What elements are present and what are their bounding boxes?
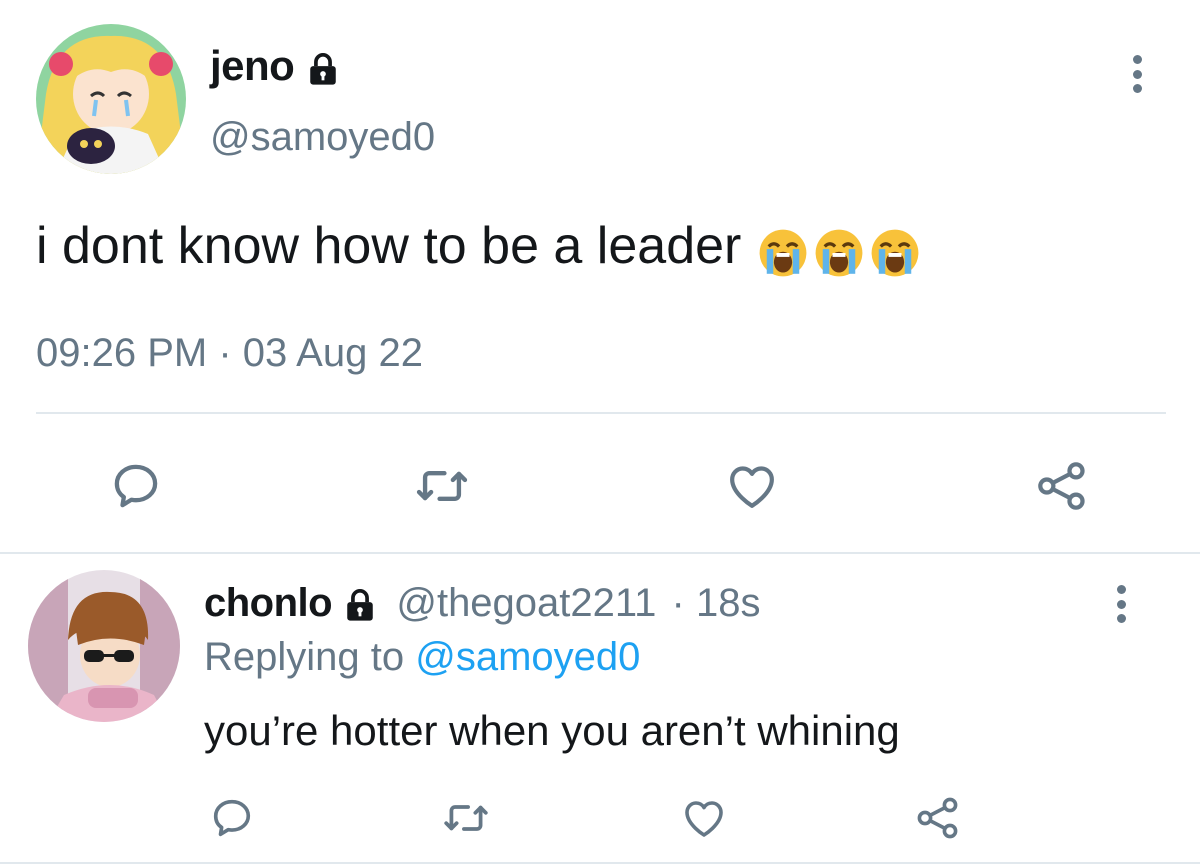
dot [1116, 599, 1126, 609]
reply-icon [114, 464, 158, 508]
reply-icon [213, 799, 251, 837]
retweet-button[interactable] [410, 454, 474, 518]
tweet-timestamp[interactable]: 09:26 PM · 03 Aug 22 [36, 328, 423, 378]
share-icon [917, 797, 958, 839]
reply-retweet-button[interactable] [438, 790, 494, 846]
share-button[interactable] [1030, 454, 1094, 518]
heart-icon [730, 466, 774, 508]
reply-share-button[interactable] [910, 790, 966, 846]
author-name-row[interactable]: jeno [210, 40, 340, 92]
lock-icon [309, 52, 336, 85]
emoji-group [757, 217, 925, 281]
reply-reply-button[interactable] [204, 790, 260, 846]
author-handle[interactable]: @samoyed0 [210, 112, 435, 162]
dot [1132, 84, 1142, 93]
divider [0, 862, 1200, 864]
loudly-crying-face-icon [871, 229, 919, 276]
retweet-icon [444, 805, 488, 831]
dot [1132, 69, 1142, 79]
tweet-text: i dont know how to be a leader [36, 217, 742, 275]
loudly-crying-face-icon [759, 229, 807, 276]
lock-icon [347, 589, 373, 622]
reply-author-avatar[interactable] [28, 570, 180, 722]
replying-to-mention[interactable]: @samoyed0 [415, 635, 640, 679]
reply-header: chonlo @thegoat2211 · 18s [204, 578, 760, 628]
dot [1116, 614, 1126, 623]
heart-icon [685, 801, 723, 837]
divider [36, 412, 1166, 414]
reply-text: you’re hotter when you aren’t whining [204, 707, 900, 754]
share-icon [1038, 462, 1085, 510]
loudly-crying-face-icon [815, 229, 863, 276]
divider [0, 552, 1200, 554]
replying-to-line: Replying to @samoyed0 [204, 632, 640, 682]
dot [1116, 585, 1126, 594]
tweet-text-row: i dont know how to be a leader [36, 214, 925, 281]
author-name[interactable]: jeno [210, 42, 295, 89]
dot [1132, 55, 1142, 64]
reply-like-button[interactable] [676, 790, 732, 846]
like-button[interactable] [720, 454, 784, 518]
reply-button[interactable] [104, 454, 168, 518]
author-avatar[interactable] [36, 24, 186, 174]
reply-more-options-button[interactable] [1114, 585, 1128, 623]
avatar-image [36, 24, 186, 174]
reply-age: · 18s [671, 581, 761, 625]
reply-author-handle[interactable]: @thegoat2211 [396, 581, 656, 625]
retweet-icon [416, 471, 468, 501]
avatar-image [28, 570, 180, 722]
more-options-button[interactable] [1130, 55, 1144, 93]
reply-author-name[interactable]: chonlo [204, 581, 333, 625]
replying-to-label: Replying to [204, 635, 405, 679]
